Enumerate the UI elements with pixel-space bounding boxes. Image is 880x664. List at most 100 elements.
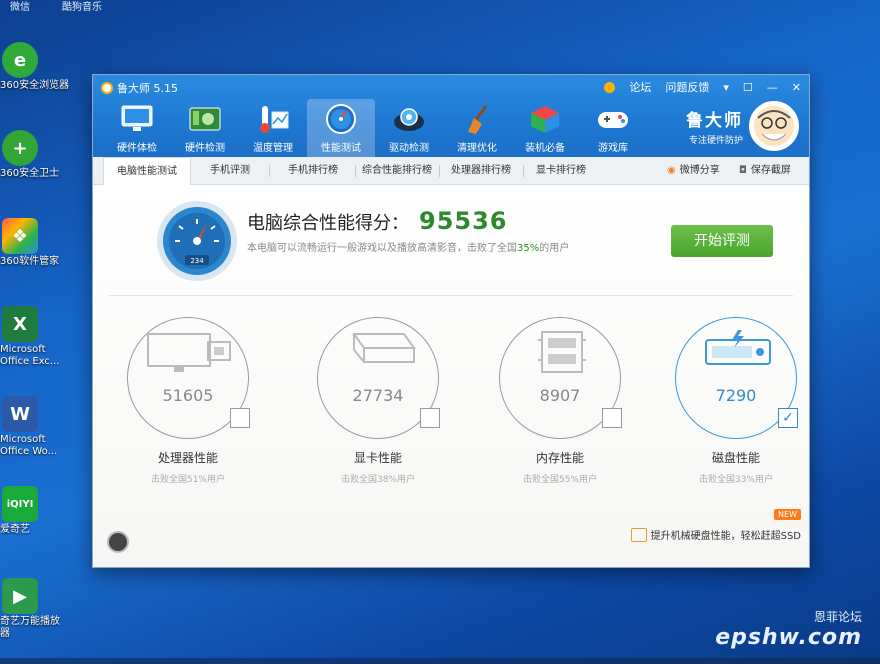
desktop-icon-word[interactable]: W Microsoft Office Wo... [0,396,64,458]
nav-hardware-detect[interactable]: 硬件检测 [171,99,239,157]
metric-value: 8907 [539,386,581,405]
monitor-icon [120,103,154,135]
shield-icon: + [2,130,38,166]
metric-disk: 7290 ✓ 磁盘性能 击败全国33%用户 [671,317,801,485]
desktop-icon-360-browser[interactable]: e 360安全浏览器 [0,42,70,92]
nav-label: 温度管理 [253,143,293,154]
desktop-icon-label: 360安全浏览器 [0,80,70,91]
desktop-top-label[interactable]: 微信 [10,0,30,13]
save-screenshot-button[interactable]: ◘ 保存截屏 [739,157,791,185]
metric-name: 内存性能 [535,451,584,465]
desktop-icon-label: 360安全卫士 [0,168,60,179]
start-test-button[interactable]: 开始评测 [671,225,773,257]
desktop-top-labels: 微信 酷狗音乐 [0,0,880,14]
desktop-icon-excel[interactable]: X Microsoft Office Exc... [0,306,64,368]
window-header: 鲁大师 5.15 论坛 问题反馈 ▾ ☐ — ✕ 硬件体检 硬件检测 温度管理 … [93,75,809,157]
weibo-share-button[interactable]: ◉ 微博分享 [667,157,720,185]
tab-gpu-ranking[interactable]: 显卡排行榜 [525,157,597,185]
notification-icon[interactable] [604,81,616,93]
nav-cleanup[interactable]: 清理优化 [443,99,511,157]
tab-phone-review[interactable]: 手机评测 [193,157,267,185]
nav-game-library[interactable]: 游戏库 [579,99,647,157]
divider [109,295,793,296]
software-manager-icon: ❖ [2,218,38,254]
metric-value: 7290 [715,386,757,405]
score-desc-pct: 35% [517,243,540,254]
tab-overall-ranking[interactable]: 综合性能排行榜 [357,157,437,185]
metric-name: 处理器性能 [157,451,218,465]
metric-circle: 8907 [499,317,622,439]
minimize-icon[interactable]: — [767,81,778,94]
taskbar [0,658,880,664]
nav-temperature[interactable]: 温度管理 [239,99,307,157]
tab-phone-ranking[interactable]: 手机排行榜 [273,157,353,185]
site-watermark: 恩菲论坛 epshw.com [715,608,862,650]
forum-link[interactable]: 论坛 [629,79,651,95]
metric-checkbox[interactable] [602,408,622,428]
menu-icon[interactable]: ▾ [723,81,729,94]
nav-label: 装机必备 [525,143,565,154]
nav-driver-detect[interactable]: 驱动检测 [375,99,443,157]
metric-checkbox[interactable] [420,408,440,428]
weibo-icon: ◉ [667,165,676,176]
window-title: 鲁大师 5.15 [117,82,178,95]
cube-icon [528,103,562,135]
window-title-bar: 鲁大师 5.15 [101,80,178,96]
desktop-icon-360-security[interactable]: + 360安全卫士 [0,130,64,180]
ssd-promo-text: 提升机械硬盘性能，轻松赶超SSD [650,531,801,542]
skin-icon[interactable]: ☐ [743,81,753,94]
graphics-card-icon [352,333,416,363]
excel-icon: X [2,306,38,342]
metric-memory: 8907 内存性能 击败全国55%用户 [495,317,625,485]
metric-circle: 51605 [127,317,250,439]
ssd-promo-link[interactable]: NEW 提升机械硬盘性能，轻松赶超SSD [630,509,801,542]
performance-content: 234 电脑综合性能得分： 95536 本电脑可以流畅运行一般游戏以及播放高清影… [93,185,809,567]
nav-label: 游戏库 [598,143,628,154]
brand-slogan: 专注硬件防护 [688,136,743,146]
nav-essentials[interactable]: 装机必备 [511,99,579,157]
desktop-icon-iqiyi[interactable]: iQIYI 爱奇艺 [0,486,64,536]
browser-icon: e [2,42,38,78]
metric-cpu: 51605 处理器性能 击败全国51%用户 [123,317,253,485]
metric-subtext: 击败全国38%用户 [340,475,415,485]
nav-label: 硬件检测 [185,143,225,154]
save-screenshot-label: 保存截屏 [750,165,791,176]
score-desc-prefix: 本电脑可以流畅运行一般游戏以及播放高清影音，击败了全国 [247,243,517,254]
close-icon[interactable]: ✕ [792,81,801,94]
desktop-icon-label: 360软件管家 [0,256,60,267]
word-icon: W [2,396,38,432]
new-badge: NEW [774,509,801,520]
feedback-link[interactable]: 问题反馈 [665,79,709,95]
score-description: 本电脑可以流畅运行一般游戏以及播放高清影音，击败了全国35%的用户 [247,239,569,254]
metric-checkbox[interactable]: ✓ [778,408,798,428]
iqiyi-icon: iQIYI [2,486,38,522]
mascot-avatar[interactable] [749,101,799,151]
metric-name: 磁盘性能 [711,451,760,465]
footer-logo-icon[interactable] [107,531,129,553]
tab-cpu-ranking[interactable]: 处理器排行榜 [441,157,521,185]
nav-label: 清理优化 [457,143,497,154]
metric-subtext: 击败全国55%用户 [522,475,597,485]
desktop-icon-360-software[interactable]: ❖ 360软件管家 [0,218,64,268]
desktop-icon-label: Microsoft Office Wo... [0,434,58,457]
nav-label: 硬件体检 [117,143,157,154]
score-heading: 电脑综合性能得分： 95536 [247,207,508,235]
desktop-icon-label: 爱奇艺 [0,524,30,535]
gauge-readout: 234 [190,257,204,265]
tab-separator [523,165,524,177]
score-value: 95536 [419,207,508,235]
metric-checkbox[interactable] [230,408,250,428]
desktop-icon-player[interactable]: ▶ 奇艺万能播放器 [0,578,64,640]
memory-chip-icon [538,331,586,373]
score-label: 电脑综合性能得分： [247,213,409,234]
broom-icon [460,103,494,135]
desktop-icon-label: 奇艺万能播放器 [0,616,60,639]
desktop-top-label[interactable]: 酷狗音乐 [62,0,102,13]
desktop-icon-label: Microsoft Office Exc... [0,344,60,367]
nav-performance-test[interactable]: 性能测试 [307,99,375,157]
tab-pc-performance[interactable]: 电脑性能测试 [103,157,191,186]
metric-value: 27734 [352,386,404,405]
tab-separator [439,165,440,177]
nav-hardware-checkup[interactable]: 硬件体检 [103,99,171,157]
player-icon: ▶ [2,578,38,614]
